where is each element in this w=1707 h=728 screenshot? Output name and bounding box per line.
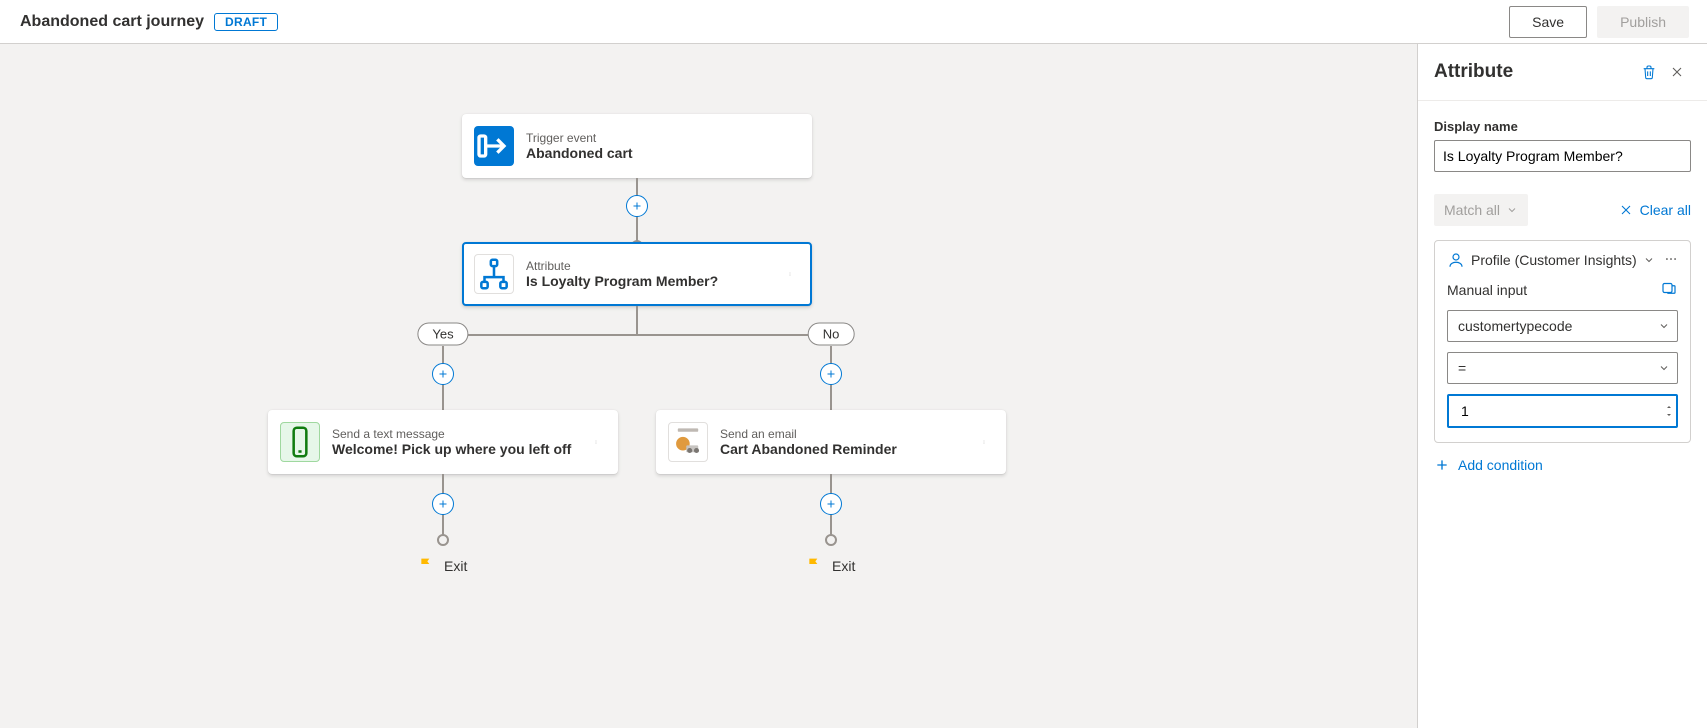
attribute-title: Is Loyalty Program Member?	[526, 273, 780, 289]
attribute-panel: Attribute Display name Match all Clear a…	[1417, 44, 1707, 728]
chevron-down-icon	[1658, 320, 1670, 332]
phone-icon	[280, 422, 320, 462]
trigger-node[interactable]: Trigger event Abandoned cart	[462, 114, 812, 178]
exit-no-label: Exit	[832, 558, 855, 574]
match-all-label: Match all	[1444, 202, 1500, 218]
trigger-icon	[474, 126, 514, 166]
plus-icon	[1434, 457, 1450, 473]
trigger-eyebrow: Trigger event	[526, 131, 800, 145]
operator-select-value: =	[1458, 360, 1466, 376]
add-after-sms[interactable]	[432, 493, 454, 515]
email-node[interactable]: Send an email Cart Abandoned Reminder	[656, 410, 1006, 474]
publish-button: Publish	[1597, 6, 1689, 38]
sms-eyebrow: Send a text message	[332, 427, 586, 441]
close-icon	[1618, 202, 1634, 218]
delete-button[interactable]	[1635, 58, 1663, 86]
clear-all-label: Clear all	[1640, 202, 1691, 218]
journey-canvas[interactable]: Trigger event Abandoned cart Attribute I…	[0, 44, 1417, 728]
branch-no-chip[interactable]: No	[808, 323, 855, 346]
manual-input-label: Manual input	[1447, 282, 1527, 298]
email-more-button[interactable]	[974, 434, 994, 450]
panel-title: Attribute	[1434, 61, 1635, 83]
display-name-input[interactable]	[1434, 140, 1691, 172]
sms-node[interactable]: Send a text message Welcome! Pick up whe…	[268, 410, 618, 474]
add-on-yes-branch[interactable]	[432, 363, 454, 385]
email-eyebrow: Send an email	[720, 427, 974, 441]
spin-up-icon[interactable]	[1664, 403, 1674, 411]
page-title: Abandoned cart journey	[20, 13, 204, 31]
email-title: Cart Abandoned Reminder	[720, 441, 974, 457]
chevron-down-icon	[1506, 204, 1518, 216]
status-badge: DRAFT	[214, 13, 278, 31]
chevron-down-icon	[1658, 362, 1670, 374]
operator-select[interactable]: =	[1447, 352, 1678, 384]
display-name-label: Display name	[1434, 119, 1691, 134]
exit-no: Exit	[806, 556, 855, 575]
attribute-eyebrow: Attribute	[526, 259, 780, 273]
sms-more-button[interactable]	[586, 434, 606, 450]
email-thumbnail-icon	[668, 422, 708, 462]
exit-yes: Exit	[418, 556, 467, 575]
attribute-select-value: customertypecode	[1458, 318, 1572, 334]
save-button[interactable]: Save	[1509, 6, 1587, 38]
add-condition-button[interactable]: Add condition	[1434, 457, 1691, 473]
person-icon	[1447, 251, 1465, 269]
attribute-select[interactable]: customertypecode	[1447, 310, 1678, 342]
add-after-trigger[interactable]	[626, 195, 648, 217]
add-condition-label: Add condition	[1458, 457, 1543, 473]
condition-card: Profile (Customer Insights) Manual input…	[1434, 240, 1691, 443]
attribute-more-button[interactable]	[780, 266, 800, 282]
sms-title: Welcome! Pick up where you left off	[332, 441, 586, 457]
value-input[interactable]	[1459, 402, 1648, 420]
manual-input-toggle[interactable]	[1660, 279, 1678, 300]
match-all-button: Match all	[1434, 194, 1528, 226]
add-after-email[interactable]	[820, 493, 842, 515]
branch-yes-chip[interactable]: Yes	[417, 323, 468, 346]
spin-down-icon[interactable]	[1664, 411, 1674, 419]
chevron-down-icon[interactable]	[1643, 254, 1655, 266]
top-bar: Abandoned cart journey DRAFT Save Publis…	[0, 0, 1707, 44]
flag-icon	[806, 556, 822, 575]
attribute-node[interactable]: Attribute Is Loyalty Program Member?	[462, 242, 812, 306]
condition-more-button[interactable]	[1664, 252, 1678, 269]
sitemap-icon	[474, 254, 514, 294]
condition-source-label[interactable]: Profile (Customer Insights)	[1471, 252, 1637, 268]
value-input-wrapper	[1447, 394, 1678, 428]
clear-all-button[interactable]: Clear all	[1618, 202, 1691, 218]
add-on-no-branch[interactable]	[820, 363, 842, 385]
exit-yes-label: Exit	[444, 558, 467, 574]
trigger-title: Abandoned cart	[526, 145, 800, 161]
close-button[interactable]	[1663, 58, 1691, 86]
flag-icon	[418, 556, 434, 575]
